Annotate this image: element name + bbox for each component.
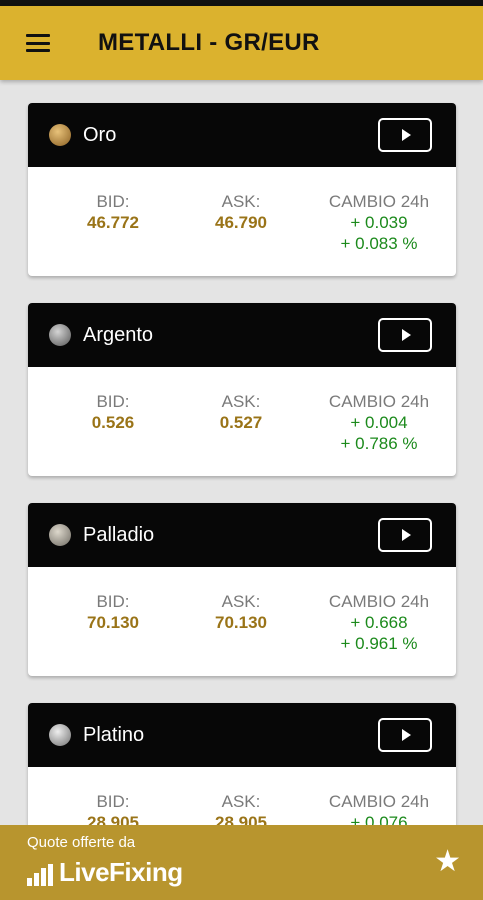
metal-name: Palladio xyxy=(83,523,155,546)
ask-value: 28.905 xyxy=(215,813,267,825)
ask-column: ASK: 46.790 xyxy=(201,191,281,233)
metal-card-palladio[interactable]: Palladio BID: 70.130 ASK: 70.130 CAMBIO … xyxy=(28,503,456,676)
page-title: METALLI - GR/EUR xyxy=(98,29,320,56)
metals-list[interactable]: Oro BID: 46.772 ASK: 46.790 CAMBIO 24h +… xyxy=(0,80,483,825)
bid-value: 46.772 xyxy=(87,213,139,232)
play-button[interactable] xyxy=(378,518,432,552)
metal-card-argento[interactable]: Argento BID: 0.526 ASK: 0.527 CAMBIO 24h… xyxy=(28,303,456,476)
change-column: CAMBIO 24h + 0.004 + 0.786 % xyxy=(304,391,454,454)
change-label: CAMBIO 24h xyxy=(328,392,430,411)
bid-column: BID: 70.130 xyxy=(73,591,153,633)
star-icon[interactable]: ★ xyxy=(434,847,461,877)
change-absolute: + 0.076 xyxy=(350,813,408,825)
bid-label: BID: xyxy=(96,792,130,811)
play-button[interactable] xyxy=(378,318,432,352)
ask-value: 46.790 xyxy=(215,213,267,232)
footer-banner[interactable]: Quote offerte da LiveFixing ★ xyxy=(0,825,483,900)
change-label: CAMBIO 24h xyxy=(328,592,430,611)
play-icon xyxy=(402,329,411,341)
change-column: CAMBIO 24h + 0.076 xyxy=(304,791,454,825)
app-bar: METALLI - GR/EUR xyxy=(0,6,483,80)
metal-card-header: Oro xyxy=(28,103,456,167)
metal-card-body: BID: 0.526 ASK: 0.527 CAMBIO 24h + 0.004… xyxy=(28,367,456,476)
metal-card-body: BID: 70.130 ASK: 70.130 CAMBIO 24h + 0.6… xyxy=(28,567,456,676)
ask-label: ASK: xyxy=(221,792,261,811)
play-button[interactable] xyxy=(378,118,432,152)
silver-coin-icon xyxy=(49,324,71,346)
bid-value: 28.905 xyxy=(87,813,139,825)
ask-label: ASK: xyxy=(221,192,261,211)
metal-card-body: BID: 28.905 ASK: 28.905 CAMBIO 24h + 0.0… xyxy=(28,767,456,825)
platinum-coin-icon xyxy=(49,724,71,746)
metal-card-header: Argento xyxy=(28,303,456,367)
livefixing-logo[interactable]: LiveFixing xyxy=(27,858,183,886)
change-column: CAMBIO 24h + 0.668 + 0.961 % xyxy=(304,591,454,654)
play-icon xyxy=(402,129,411,141)
change-absolute: + 0.004 xyxy=(350,413,408,432)
ask-value: 0.527 xyxy=(219,413,263,432)
change-absolute: + 0.039 xyxy=(350,213,408,232)
play-icon xyxy=(402,729,411,741)
change-label: CAMBIO 24h xyxy=(328,792,430,811)
metal-card-header: Palladio xyxy=(28,503,456,567)
change-column: CAMBIO 24h + 0.039 + 0.083 % xyxy=(304,191,454,254)
footer-caption: Quote offerte da xyxy=(27,834,136,851)
change-label: CAMBIO 24h xyxy=(328,192,430,211)
metal-card-oro[interactable]: Oro BID: 46.772 ASK: 46.790 CAMBIO 24h +… xyxy=(28,103,456,276)
ask-label: ASK: xyxy=(221,592,261,611)
change-percent: + 0.786 % xyxy=(340,434,418,453)
ask-column: ASK: 70.130 xyxy=(201,591,281,633)
bid-value: 0.526 xyxy=(91,413,135,432)
brand-name: LiveFixing xyxy=(59,857,183,887)
metal-name: Oro xyxy=(83,123,117,146)
bid-label: BID: xyxy=(96,192,130,211)
bid-column: BID: 0.526 xyxy=(73,391,153,433)
ask-column: ASK: 0.527 xyxy=(201,391,281,433)
bar-chart-icon xyxy=(27,864,55,886)
play-icon xyxy=(402,529,411,541)
metal-card-platino[interactable]: Platino BID: 28.905 ASK: 28.905 CAMBIO 2… xyxy=(28,703,456,825)
ask-column: ASK: 28.905 xyxy=(201,791,281,825)
ask-value: 70.130 xyxy=(215,613,267,632)
metal-name: Platino xyxy=(83,723,145,746)
bid-value: 70.130 xyxy=(87,613,139,632)
play-button[interactable] xyxy=(378,718,432,752)
bid-label: BID: xyxy=(96,592,130,611)
hamburger-menu-icon[interactable] xyxy=(26,34,50,52)
metal-card-body: BID: 46.772 ASK: 46.790 CAMBIO 24h + 0.0… xyxy=(28,167,456,276)
change-percent: + 0.961 % xyxy=(340,634,418,653)
gold-coin-icon xyxy=(49,124,71,146)
change-absolute: + 0.668 xyxy=(350,613,408,632)
bid-column: BID: 28.905 xyxy=(73,791,153,825)
change-percent: + 0.083 % xyxy=(340,234,418,253)
bid-label: BID: xyxy=(96,392,130,411)
metal-card-header: Platino xyxy=(28,703,456,767)
metal-name: Argento xyxy=(83,323,154,346)
ask-label: ASK: xyxy=(221,392,261,411)
bid-column: BID: 46.772 xyxy=(73,191,153,233)
palladium-coin-icon xyxy=(49,524,71,546)
